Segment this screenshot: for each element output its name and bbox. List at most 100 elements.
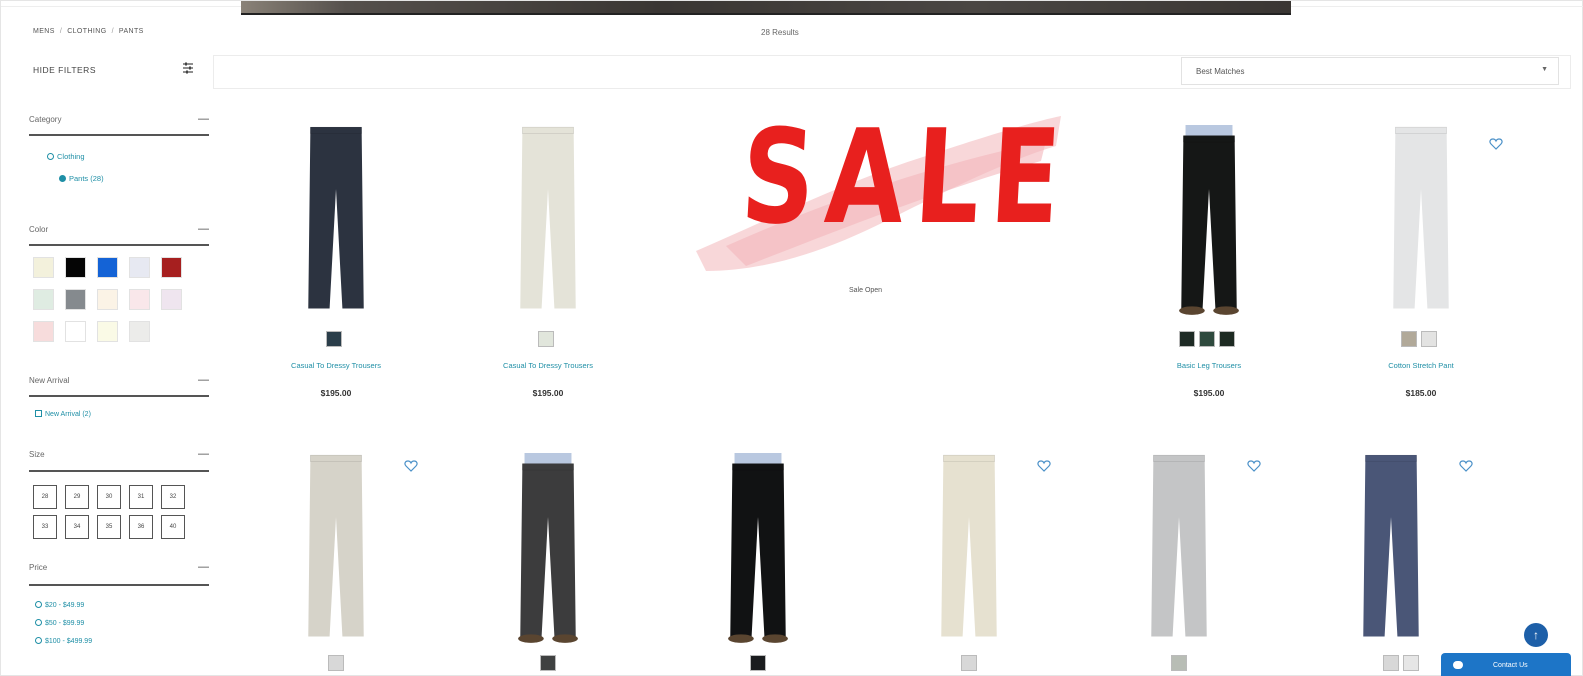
color-swatch[interactable]: [97, 257, 118, 278]
facet-color-title: Color: [29, 225, 49, 234]
product-card[interactable]: Basic Leg Trousers $195.00: [1109, 113, 1309, 413]
color-chip[interactable]: [1171, 655, 1187, 671]
size-option[interactable]: 30: [97, 485, 121, 509]
color-swatch[interactable]: [33, 321, 54, 342]
size-option[interactable]: 36: [129, 515, 153, 539]
heart-icon[interactable]: [1459, 459, 1473, 473]
price-option[interactable]: $20 - $49.99: [35, 601, 84, 609]
color-chip[interactable]: [750, 655, 766, 671]
facet-category-header[interactable]: Category —: [29, 113, 209, 125]
product-name[interactable]: Casual To Dressy Trousers: [236, 361, 436, 370]
checkbox-icon: [35, 410, 42, 417]
product-card[interactable]: [1291, 445, 1491, 675]
pants-image[interactable]: [304, 121, 368, 321]
color-chip[interactable]: [538, 331, 554, 347]
pants-image[interactable]: [304, 451, 368, 647]
pants-image[interactable]: [1389, 121, 1453, 321]
color-swatch[interactable]: [33, 257, 54, 278]
color-swatch[interactable]: [65, 321, 86, 342]
product-price: $185.00: [1405, 388, 1437, 398]
color-swatch[interactable]: [65, 289, 86, 310]
new-arrival-checkbox[interactable]: New Arrival (2): [35, 410, 91, 418]
collapse-icon[interactable]: —: [198, 561, 209, 573]
product-card[interactable]: [1079, 445, 1279, 675]
category-clothing-label: Clothing: [57, 152, 85, 161]
pants-image[interactable]: [1359, 451, 1423, 647]
collapse-icon[interactable]: —: [198, 374, 209, 386]
product-card[interactable]: [448, 445, 648, 675]
pants-image[interactable]: [937, 451, 1001, 647]
sort-select[interactable]: Best Matches ▼: [1181, 57, 1559, 85]
price-option[interactable]: $100 - $499.99: [35, 637, 92, 645]
size-option[interactable]: 35: [97, 515, 121, 539]
facet-color-header[interactable]: Color —: [29, 223, 209, 235]
breadcrumb-mens[interactable]: MENS: [33, 28, 55, 35]
category-clothing-link[interactable]: Clothing: [47, 152, 85, 161]
color-chip[interactable]: [1219, 331, 1235, 347]
price-option-label: $50 - $99.99: [45, 620, 85, 627]
filter-sliders-icon[interactable]: [181, 61, 195, 75]
category-pants-link[interactable]: Pants (28): [59, 174, 104, 183]
size-option[interactable]: 40: [161, 515, 185, 539]
breadcrumb-pants[interactable]: PANTS: [119, 28, 144, 35]
color-chip[interactable]: [1421, 331, 1437, 347]
product-card[interactable]: [658, 445, 858, 675]
size-option[interactable]: 32: [161, 485, 185, 509]
pants-image[interactable]: [1147, 451, 1211, 647]
color-swatch[interactable]: [129, 257, 150, 278]
product-card[interactable]: Casual To Dressy Trousers $195.00: [448, 113, 648, 413]
color-chip[interactable]: [1383, 655, 1399, 671]
product-name[interactable]: Basic Leg Trousers: [1109, 361, 1309, 370]
size-option[interactable]: 33: [33, 515, 57, 539]
color-chip[interactable]: [326, 331, 342, 347]
facet-new-arrival-header[interactable]: New Arrival —: [29, 374, 209, 386]
color-swatch[interactable]: [161, 289, 182, 310]
color-chip[interactable]: [1401, 331, 1417, 347]
pants-image[interactable]: [516, 451, 580, 647]
header-banner-image: [241, 1, 1291, 15]
radio-checked-icon: [59, 175, 66, 182]
facet-size-header[interactable]: Size —: [29, 448, 209, 460]
color-chip[interactable]: [1403, 655, 1419, 671]
product-name[interactable]: Casual To Dressy Trousers: [448, 361, 648, 370]
pants-image[interactable]: [516, 121, 580, 321]
hide-filters-button[interactable]: HIDE FILTERS: [33, 65, 96, 75]
collapse-icon[interactable]: —: [198, 448, 209, 460]
color-chip[interactable]: [328, 655, 344, 671]
color-swatch[interactable]: [33, 289, 54, 310]
scroll-to-top-button[interactable]: ↑: [1524, 623, 1548, 647]
heart-icon[interactable]: [1037, 459, 1051, 473]
color-chip[interactable]: [1179, 331, 1195, 347]
collapse-icon[interactable]: —: [198, 113, 209, 125]
product-card[interactable]: [869, 445, 1069, 675]
breadcrumb-clothing[interactable]: CLOTHING: [67, 28, 106, 35]
price-option[interactable]: $50 - $99.99: [35, 619, 84, 627]
size-option[interactable]: 28: [33, 485, 57, 509]
color-chip[interactable]: [1199, 331, 1215, 347]
pants-image[interactable]: [726, 451, 790, 647]
color-swatch[interactable]: [161, 257, 182, 278]
color-chip[interactable]: [961, 655, 977, 671]
arrow-up-icon: ↑: [1533, 628, 1539, 642]
collapse-icon[interactable]: —: [198, 223, 209, 235]
heart-icon[interactable]: [404, 459, 418, 473]
pants-image[interactable]: [1177, 121, 1241, 321]
product-name[interactable]: Cotton Stretch Pant: [1321, 361, 1521, 370]
product-card[interactable]: Cotton Stretch Pant $185.00: [1321, 113, 1521, 413]
size-option[interactable]: 31: [129, 485, 153, 509]
color-chip[interactable]: [540, 655, 556, 671]
facet-new-arrival-title: New Arrival: [29, 376, 70, 385]
product-card[interactable]: [236, 445, 436, 675]
color-swatch[interactable]: [129, 289, 150, 310]
heart-icon[interactable]: [1247, 459, 1261, 473]
color-swatch[interactable]: [97, 321, 118, 342]
color-swatch[interactable]: [129, 321, 150, 342]
price-option-label: $100 - $499.99: [45, 638, 93, 645]
size-option[interactable]: 29: [65, 485, 89, 509]
color-swatch[interactable]: [97, 289, 118, 310]
product-card[interactable]: Casual To Dressy Trousers $195.00: [236, 113, 436, 413]
heart-icon[interactable]: [1489, 137, 1503, 151]
size-option[interactable]: 34: [65, 515, 89, 539]
facet-price-header[interactable]: Price —: [29, 561, 209, 573]
color-swatch[interactable]: [65, 257, 86, 278]
